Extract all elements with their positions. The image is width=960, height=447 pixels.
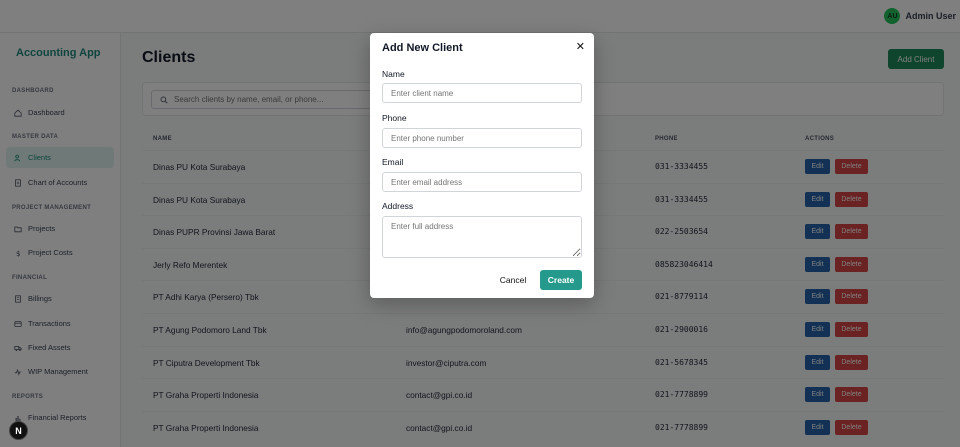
- dialog-title: Add New Client: [382, 42, 463, 54]
- email-label: Email: [382, 157, 404, 167]
- address-label: Address: [382, 201, 414, 211]
- phone-label: Phone: [382, 113, 407, 123]
- close-icon[interactable]: ✕: [576, 40, 585, 53]
- phone-field[interactable]: [382, 128, 582, 148]
- email-field[interactable]: [382, 172, 582, 192]
- add-client-dialog: Add New Client ✕ Name Phone Email Addres…: [370, 33, 594, 298]
- create-button[interactable]: Create: [540, 270, 582, 290]
- cancel-button[interactable]: Cancel: [494, 270, 532, 290]
- dev-tools-button[interactable]: N: [9, 421, 28, 440]
- name-field[interactable]: [382, 83, 582, 103]
- address-field[interactable]: [382, 216, 582, 258]
- name-label: Name: [382, 69, 405, 79]
